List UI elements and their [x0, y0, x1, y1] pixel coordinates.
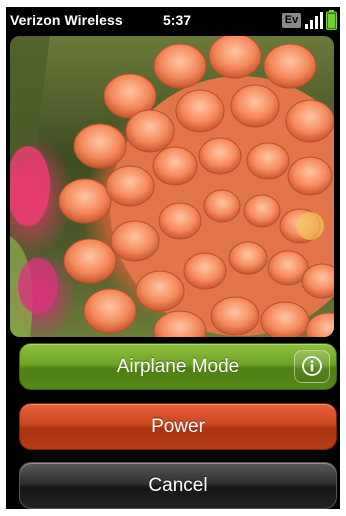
phone-screen: Verizon Wireless 5:37 Ev Airplane Mode P… — [6, 7, 340, 509]
cancel-label: Cancel — [148, 475, 208, 496]
power-button[interactable]: Power — [19, 403, 337, 450]
clock: 5:37 — [163, 12, 192, 28]
signal-bars-icon — [305, 12, 323, 29]
wallpaper-image — [10, 36, 334, 337]
info-icon — [302, 356, 322, 376]
airplane-mode-button[interactable]: Airplane Mode — [19, 343, 337, 390]
airplane-mode-label: Airplane Mode — [116, 356, 240, 377]
battery-icon — [326, 10, 337, 30]
status-bar: Verizon Wireless 5:37 Ev — [6, 7, 340, 36]
dahlia-flower-image — [10, 36, 334, 337]
carrier-name: Verizon Wireless — [10, 12, 123, 28]
power-label: Power — [151, 416, 205, 437]
airplane-mode-info-button[interactable] — [294, 350, 330, 383]
network-badge: Ev — [282, 13, 301, 28]
cancel-button[interactable]: Cancel — [19, 462, 337, 509]
